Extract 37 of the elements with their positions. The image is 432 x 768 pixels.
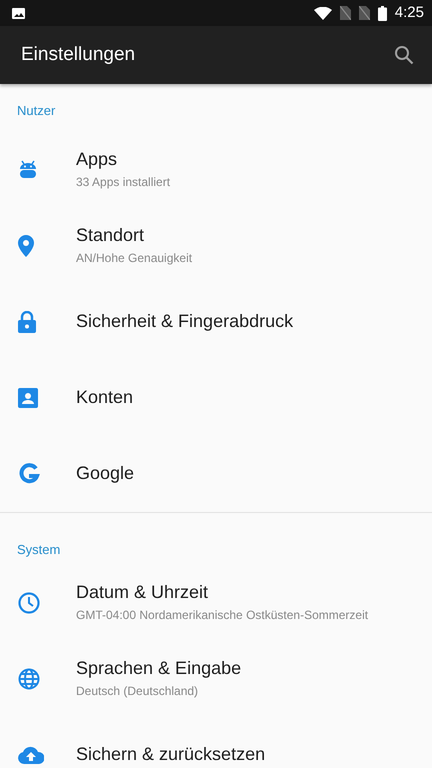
location-pin-icon [18, 235, 34, 257]
lock-icon [18, 311, 36, 333]
settings-row[interactable]: Sicherheit & Fingerabdruck [0, 284, 432, 360]
android-icon [18, 159, 38, 181]
g-letter-icon [18, 463, 40, 485]
row-subtitle: 33 Apps installiert [76, 174, 170, 191]
row-subtitle: GMT-04:00 Nordamerikanische Ostküsten-Sommerzeit [76, 606, 368, 624]
row-title: Apps [76, 149, 118, 171]
settings-row[interactable]: Konten [0, 360, 432, 436]
settings-row[interactable]: Datum & Uhrzeit GMT-04:00 Nordamerikanische Ostküsten-Sommerzeit [0, 565, 432, 641]
section-header: Nutzer [16, 102, 56, 120]
row-title: Datum & Uhrzeit [76, 582, 210, 604]
row-title: Sichern & zurücksetzen [76, 744, 266, 766]
app-bar-title: Einstellungen [21, 42, 136, 67]
settings-row[interactable]: Standort AN/Hohe Genauigkeit [0, 208, 432, 284]
settings-row[interactable]: Google [0, 436, 432, 512]
row-title: Sicherheit & Fingerabdruck [76, 311, 294, 333]
clock-icon [18, 592, 40, 614]
settings-row[interactable]: Sprachen & Eingabe Deutsch (Deutschland) [0, 641, 432, 717]
battery-icon [378, 6, 387, 20]
contact-card-icon [18, 388, 38, 408]
image-icon [12, 8, 25, 18]
row-title: Google [76, 463, 134, 485]
section-header: System [16, 541, 62, 559]
settings-row[interactable]: Apps 33 Apps installiert [0, 132, 432, 208]
globe-icon [18, 668, 40, 690]
row-title: Standort [76, 225, 146, 247]
row-subtitle: Deutsch (Deutschland) [76, 682, 200, 700]
cloud-upload-icon [18, 746, 44, 764]
status-time: 4:25 [394, 2, 424, 23]
row-title: Sprachen & Eingabe [76, 658, 242, 680]
settings-row[interactable]: Sichern & zurücksetzen [0, 717, 432, 768]
wifi-icon [314, 6, 332, 20]
no-sim-icon [358, 6, 370, 20]
row-title: Konten [76, 387, 134, 409]
no-sim-icon [340, 6, 351, 20]
row-subtitle: AN/Hohe Genauigkeit [76, 250, 192, 267]
